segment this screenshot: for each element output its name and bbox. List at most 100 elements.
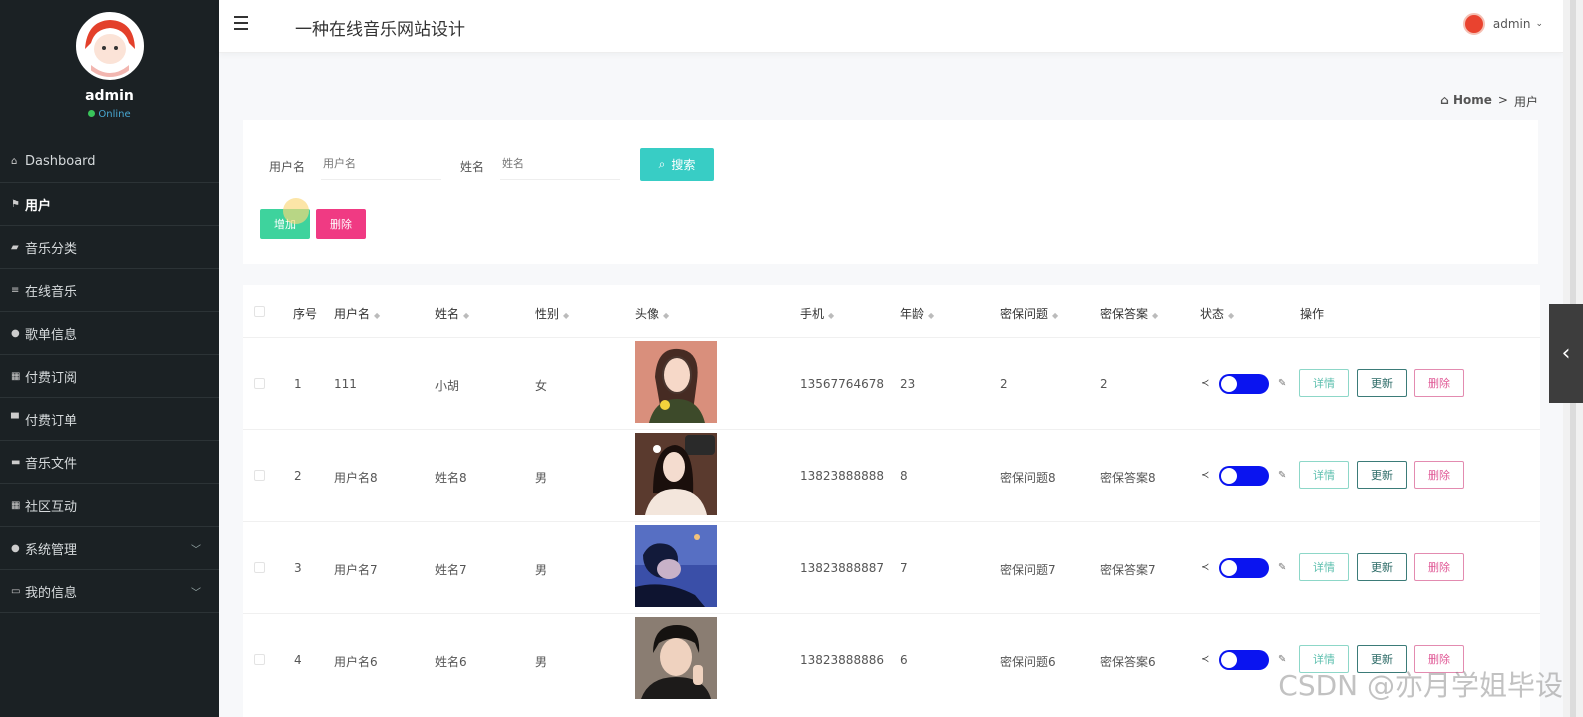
avatar xyxy=(1462,13,1485,35)
cell-question: 密保问题6 xyxy=(1000,655,1056,669)
table-row: 2 用户名8 姓名8 男 13823888888 8 密保问题8 密保答案8 ≺… xyxy=(243,429,1540,521)
cell-phone: 13567764678 xyxy=(800,377,884,391)
sidebar-item-system[interactable]: ● 系统管理 ﹀ xyxy=(0,527,219,570)
col-avatar-label: 头像 xyxy=(635,307,660,321)
sidebar-item-community[interactable]: ▦ 社区互动 xyxy=(0,484,219,527)
select-all-checkbox[interactable] xyxy=(254,306,265,317)
status-toggle[interactable] xyxy=(1219,374,1269,394)
sidebar-item-label: 付费订单 xyxy=(25,413,78,429)
cell-phone: 13823888888 xyxy=(800,469,884,483)
top-header: 一种在线音乐网站设计 admin ⌄ xyxy=(219,0,1563,53)
col-actions: 操作 xyxy=(1300,305,1324,322)
sort-icon: ◆ xyxy=(374,311,381,320)
col-question[interactable]: 密保问题 ◆ xyxy=(1000,305,1058,322)
chevron-down-icon: ﹀ xyxy=(191,544,201,556)
edit-icon: ✎ xyxy=(1278,378,1287,389)
sidebar-item-music-category[interactable]: ▰ 音乐分类 xyxy=(0,226,219,269)
cell-username: 111 xyxy=(334,377,357,391)
sort-icon: ◆ xyxy=(663,311,670,320)
sidebar-item-users[interactable]: ⚑ 用户 xyxy=(0,183,219,226)
cell-answer: 密保答案8 xyxy=(1100,471,1156,485)
sidebar-item-orders[interactable]: ▀ 付费订单 xyxy=(0,398,219,441)
sidebar-item-label: 音乐分类 xyxy=(25,241,78,257)
site-title: 一种在线音乐网站设计 xyxy=(295,20,465,40)
col-no: 序号 xyxy=(293,305,317,322)
update-button[interactable]: 更新 xyxy=(1357,461,1407,489)
update-button[interactable]: 更新 xyxy=(1357,369,1407,397)
cell-age: 6 xyxy=(900,653,908,667)
table-header: 序号 用户名 ◆ 姓名 ◆ 性别 ◆ 头像 ◆ 手机 ◆ 年龄 ◆ 密保问题 ◆ 密保答案 ◆ … xyxy=(243,285,1540,337)
breadcrumb-home[interactable]: ⌂ Home xyxy=(1440,93,1492,110)
col-age[interactable]: 年龄 ◆ xyxy=(900,305,934,322)
sidebar-item-music-files[interactable]: ▬ 音乐文件 xyxy=(0,441,219,484)
detail-button[interactable]: 详情 xyxy=(1299,369,1349,397)
cell-gender: 男 xyxy=(535,655,548,669)
user-menu[interactable]: admin ⌄ xyxy=(1462,13,1543,35)
cell-no: 1 xyxy=(294,377,302,391)
cell-phone: 13823888886 xyxy=(800,653,884,667)
row-checkbox[interactable] xyxy=(254,654,265,665)
username-search-input[interactable] xyxy=(321,148,441,180)
sidebar-item-my-info[interactable]: ▭ 我的信息 ﹀ xyxy=(0,570,219,613)
car-icon: ▰ xyxy=(11,241,19,253)
detail-button[interactable]: 详情 xyxy=(1299,461,1349,489)
col-name[interactable]: 姓名 ◆ xyxy=(435,305,469,322)
name-search-input[interactable] xyxy=(500,148,620,180)
col-name-label: 姓名 xyxy=(435,307,460,321)
side-panel-toggle[interactable]: ‹ xyxy=(1549,304,1583,403)
cell-username: 用户名6 xyxy=(334,655,378,669)
sort-icon: ◆ xyxy=(563,311,570,320)
row-checkbox[interactable] xyxy=(254,562,265,573)
sidebar-item-playlist[interactable]: ● 歌单信息 xyxy=(0,312,219,355)
cell-question: 2 xyxy=(1000,377,1008,391)
col-age-label: 年龄 xyxy=(900,307,925,321)
share-icon: ≺ xyxy=(1201,470,1210,481)
list-icon: ≡ xyxy=(11,284,20,296)
detail-button[interactable]: 详情 xyxy=(1299,553,1349,581)
sort-icon: ◆ xyxy=(828,311,835,320)
sidebar-item-label: 付费订阅 xyxy=(25,370,78,386)
batch-delete-button[interactable]: 删除 xyxy=(316,209,366,239)
col-username-label: 用户名 xyxy=(334,307,371,321)
photo-thumbnail xyxy=(635,617,717,699)
id-card-icon: ▬ xyxy=(11,456,21,468)
col-answer[interactable]: 密保答案 ◆ xyxy=(1100,305,1158,322)
sort-icon: ◆ xyxy=(928,311,935,320)
col-gender[interactable]: 性别 ◆ xyxy=(535,305,569,322)
sidebar-item-online-music[interactable]: ≡ 在线音乐 xyxy=(0,269,219,312)
card-icon: ▭ xyxy=(11,585,21,597)
user-table: 序号 用户名 ◆ 姓名 ◆ 性别 ◆ 头像 ◆ 手机 ◆ 年龄 ◆ 密保问题 ◆ 密保答案 ◆ … xyxy=(243,285,1540,717)
menu-toggle-icon[interactable] xyxy=(234,16,252,34)
avatar[interactable] xyxy=(75,12,144,80)
sidebar: admin Online ⌂ Dashboard ⚑ 用户 ▰ 音乐分类 ≡ 在线音乐 … xyxy=(0,0,219,717)
delete-button[interactable]: 删除 xyxy=(1414,461,1464,489)
row-checkbox[interactable] xyxy=(254,378,265,389)
photo-thumbnail xyxy=(635,433,717,515)
delete-button[interactable]: 删除 xyxy=(1414,369,1464,397)
delete-button[interactable]: 删除 xyxy=(1414,553,1464,581)
col-phone[interactable]: 手机 ◆ xyxy=(800,305,834,322)
update-button[interactable]: 更新 xyxy=(1357,553,1407,581)
status-toggle[interactable] xyxy=(1219,558,1269,578)
breadcrumb-current: 用户 xyxy=(1513,95,1538,109)
col-avatar[interactable]: 头像 ◆ xyxy=(635,305,669,322)
edit-icon: ✎ xyxy=(1278,470,1287,481)
search-button[interactable]: ⌕ 搜索 xyxy=(640,148,714,181)
col-username[interactable]: 用户名 ◆ xyxy=(334,305,380,322)
cell-username: 用户名7 xyxy=(334,563,378,577)
cell-name: 姓名7 xyxy=(435,563,467,577)
row-checkbox[interactable] xyxy=(254,470,265,481)
col-status[interactable]: 状态 ◆ xyxy=(1200,305,1234,322)
sidebar-item-dashboard[interactable]: ⌂ Dashboard xyxy=(0,140,219,183)
grid-icon: ▦ xyxy=(11,370,21,382)
sidebar-item-subscription[interactable]: ▦ 付费订阅 xyxy=(0,355,219,398)
cell-name: 小胡 xyxy=(435,379,460,393)
cell-answer: 2 xyxy=(1100,377,1108,391)
status-toggle[interactable] xyxy=(1219,650,1269,670)
share-icon: ≺ xyxy=(1201,378,1210,389)
sidebar-item-label: 音乐文件 xyxy=(25,456,78,472)
status-toggle[interactable] xyxy=(1219,466,1269,486)
cell-name: 姓名8 xyxy=(435,471,467,485)
table-row: 3 用户名7 姓名7 男 13823888887 7 密保问题7 密保答案7 ≺… xyxy=(243,521,1540,613)
cell-age: 7 xyxy=(900,561,908,575)
